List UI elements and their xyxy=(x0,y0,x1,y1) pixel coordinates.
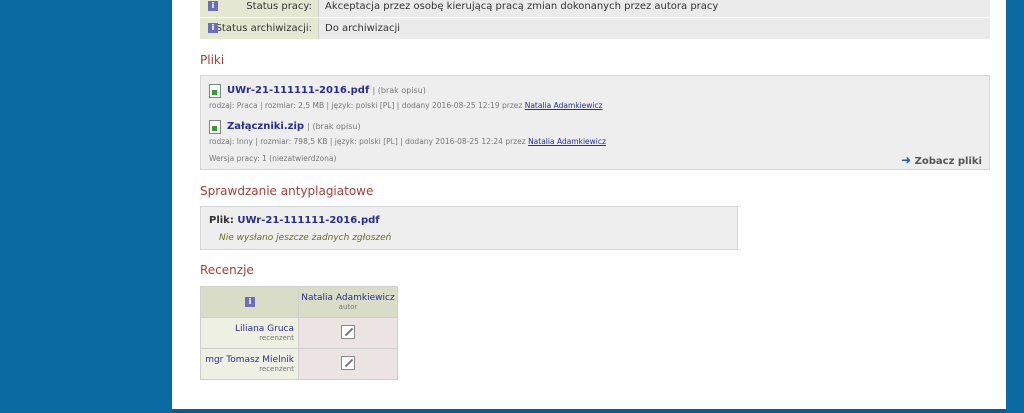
review-edit-icon[interactable] xyxy=(341,324,355,339)
reviewer-role: recenzent xyxy=(259,365,294,373)
info-icon[interactable]: i xyxy=(245,297,255,307)
file-icon xyxy=(209,84,221,98)
reviewer-row: mgr Tomasz Mielnik recenzent xyxy=(200,348,299,380)
archive-label: Status archiwizacji: xyxy=(215,23,312,34)
archive-value: Do archiwizacji xyxy=(318,18,990,39)
antiplagiat-message: Nie wysłano jeszcze żadnych zgłoszeń xyxy=(219,233,392,243)
info-icon[interactable]: i xyxy=(208,1,218,11)
author-role: autor xyxy=(338,303,358,311)
reviews-heading: Recenzje xyxy=(200,263,254,277)
file-link[interactable]: UWr-21-111111-2016.pdf xyxy=(227,85,369,96)
file-desc: | (brak opisu) xyxy=(372,86,426,95)
author-name[interactable]: Natalia Adamkiewicz xyxy=(299,293,397,303)
antiplagiat-panel: Plik: UWr-21-111111-2016.pdf Nie wysłano… xyxy=(200,206,738,250)
arrow-right-icon: ➜ xyxy=(901,153,912,167)
author-link[interactable]: Natalia Adamkiewicz xyxy=(525,101,603,110)
reviews-table: i Natalia Adamkiewicz autor Liliana Gruc… xyxy=(200,286,398,380)
file-icon xyxy=(209,120,221,134)
antiplagiat-heading: Sprawdzanie antyplagiatowe xyxy=(200,184,374,198)
left-sidebar xyxy=(0,0,173,413)
file-meta: rodzaj: Inny | rozmiar: 798,5 KB | język… xyxy=(209,137,526,146)
file-label: Plik: xyxy=(209,215,234,226)
file-desc: | (brak opisu) xyxy=(307,122,361,131)
review-edit-icon[interactable] xyxy=(341,355,355,370)
files-heading: Pliki xyxy=(200,53,225,67)
status-row-archive: i Status archiwizacji: Do archiwizacji xyxy=(200,18,990,39)
main-content: i Status pracy: Akceptacja przez osobę ki… xyxy=(172,0,1006,409)
status-label: Status pracy: xyxy=(246,1,312,12)
author-link[interactable]: Natalia Adamkiewicz xyxy=(528,137,606,146)
reviewer-role: recenzent xyxy=(259,334,294,342)
reviewer-row: Liliana Gruca recenzent xyxy=(200,317,299,349)
file-meta: rodzaj: Praca | rozmiar: 2,5 MB | język:… xyxy=(209,101,523,110)
version-text: Wersja pracy: 1 (niezatwierdzona) xyxy=(209,154,337,163)
files-panel: UWr-21-111111-2016.pdf | (brak opisu) ro… xyxy=(200,75,990,170)
antiplagiat-file-link[interactable]: UWr-21-111111-2016.pdf xyxy=(237,215,379,226)
status-row-work: i Status pracy: Akceptacja przez osobę ki… xyxy=(200,0,990,17)
see-files-link[interactable]: ➜ Zobacz pliki xyxy=(901,153,982,167)
reviewer-name[interactable]: mgr Tomasz Mielnik xyxy=(201,355,294,365)
reviewer-name[interactable]: Liliana Gruca xyxy=(201,324,294,334)
info-icon[interactable]: i xyxy=(208,23,218,33)
file-link[interactable]: Załączniki.zip xyxy=(227,121,304,132)
status-value: Akceptacja przez osobę kierującą pracą z… xyxy=(318,0,990,17)
bottom-band xyxy=(172,409,1006,413)
right-band xyxy=(1006,0,1024,413)
